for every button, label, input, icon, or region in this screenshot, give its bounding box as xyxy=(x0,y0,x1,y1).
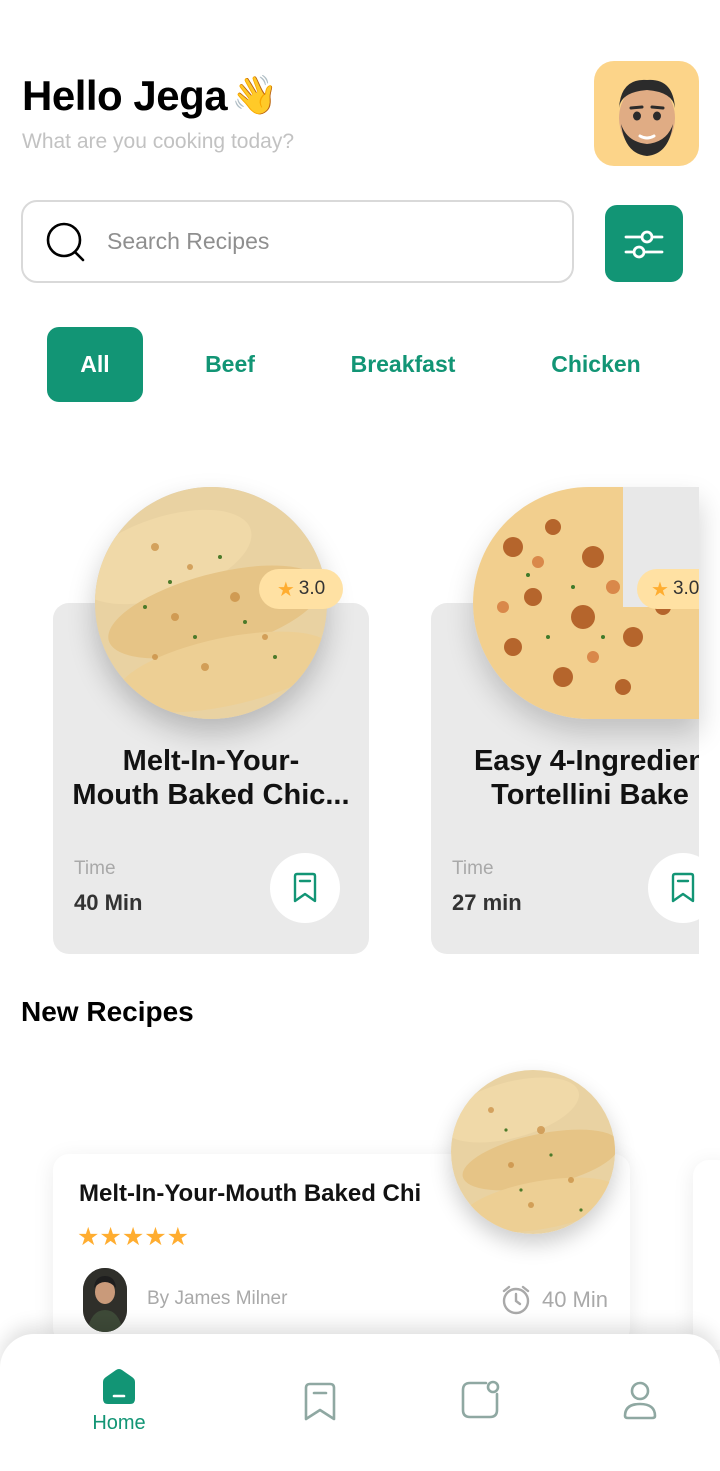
author-avatar xyxy=(83,1268,127,1332)
time-label: Time xyxy=(452,858,494,879)
bottom-navigation: Home xyxy=(0,1334,720,1471)
new-recipe-time: 40 Min xyxy=(500,1284,608,1316)
bookmark-button[interactable] xyxy=(270,853,340,923)
bookmark-icon xyxy=(671,872,695,903)
recipe-card[interactable]: ★ 3.0 Melt-In-Your- Mouth Baked Chic... … xyxy=(53,487,369,954)
rating-badge: ★ 3.0 xyxy=(259,569,343,609)
bookmark-button[interactable] xyxy=(648,853,699,923)
category-tab-all[interactable]: All xyxy=(47,327,143,402)
profile-icon xyxy=(623,1381,657,1420)
recipe-title: Melt-In-Your- Mouth Baked Chic... xyxy=(72,745,350,811)
category-tab-breakfast[interactable]: Breakfast xyxy=(330,327,476,402)
rating-value: 3.0 xyxy=(672,578,700,599)
time-value: 40 Min xyxy=(74,890,143,915)
bookmark-icon xyxy=(293,872,317,903)
bookmark-icon xyxy=(304,1382,336,1421)
waving-hand-icon: 👋 xyxy=(231,75,278,117)
nav-notifications[interactable] xyxy=(420,1334,540,1471)
alarm-clock-icon xyxy=(502,1285,530,1315)
greeting-block: Hello Jega 👋 What are you cooking today? xyxy=(22,72,294,154)
home-icon xyxy=(103,1369,135,1404)
star-icon: ★ xyxy=(276,578,295,601)
category-tab-chicken[interactable]: Chicken xyxy=(535,327,657,402)
new-recipe-title: Melt-In-Your-Mouth Baked Chi xyxy=(79,1180,422,1207)
star-icon: ★ xyxy=(651,578,669,601)
author-name: By James Milner xyxy=(147,1288,288,1309)
nav-profile[interactable] xyxy=(580,1334,700,1471)
search-icon xyxy=(46,222,85,261)
avatar-face-icon xyxy=(618,79,675,156)
new-recipe-image xyxy=(451,1070,615,1234)
greeting-text: Hello Jega xyxy=(22,72,228,119)
greeting-title: Hello Jega 👋 xyxy=(22,72,294,120)
star-rating: ★★★★★ xyxy=(77,1223,190,1251)
greeting-subtitle: What are you cooking today? xyxy=(22,130,294,153)
time-label: Time xyxy=(74,858,116,879)
rating-badge: ★ 3.0 xyxy=(637,569,699,609)
nav-home-label: Home xyxy=(92,1412,146,1434)
rating-value: 3.0 xyxy=(298,578,326,599)
recipe-title: Easy 4-Ingredien Tortellini Bake xyxy=(473,745,699,811)
next-recipe-card-peek[interactable] xyxy=(693,1160,720,1350)
time-value: 27 min xyxy=(452,890,522,915)
nav-saved[interactable] xyxy=(260,1334,380,1471)
section-title-new-recipes: New Recipes xyxy=(21,996,194,1027)
search-bar[interactable]: Search Recipes xyxy=(21,200,574,283)
new-recipe-time-value: 40 Min xyxy=(541,1287,608,1312)
filter-button[interactable] xyxy=(605,205,683,282)
nav-home[interactable]: Home xyxy=(59,1334,179,1471)
notification-icon xyxy=(461,1380,500,1419)
profile-avatar[interactable] xyxy=(594,61,699,166)
sliders-icon xyxy=(624,230,664,258)
search-input[interactable]: Search Recipes xyxy=(107,228,269,255)
category-tab-beef[interactable]: Beef xyxy=(182,327,278,402)
